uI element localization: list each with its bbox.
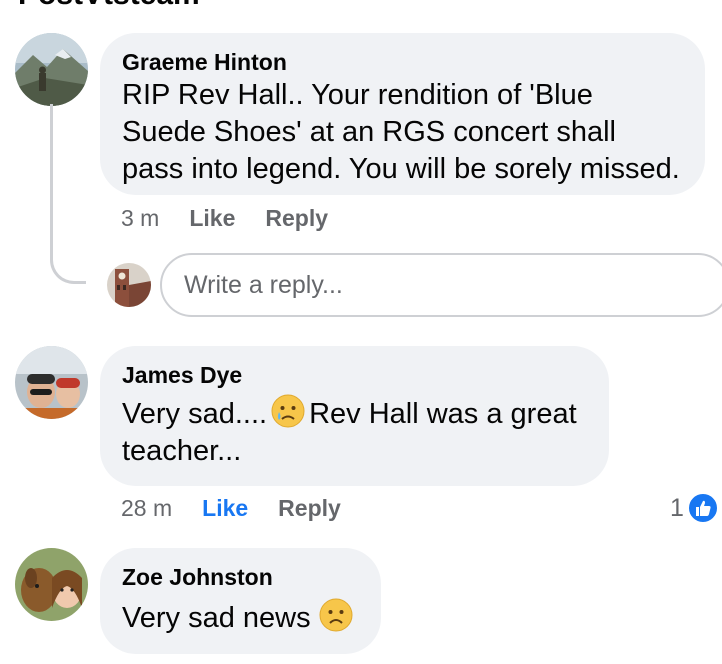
- comment-time[interactable]: 28 m: [121, 495, 172, 522]
- like-button[interactable]: Like: [189, 205, 235, 232]
- couple-selfie-avatar-icon: [15, 346, 88, 419]
- reply-button[interactable]: Reply: [278, 495, 341, 522]
- comment-bubble[interactable]: James Dye Very sad.... Rev Hall was a gre…: [100, 346, 609, 486]
- mountain-hiker-avatar-icon: [15, 33, 88, 106]
- comment-text-part: Very sad....: [122, 398, 268, 430]
- clock-tower-avatar-icon: [107, 263, 151, 307]
- comment-text: Very sad.... Rev Hall was a great teacher…: [122, 394, 587, 470]
- comment-text-part: Very sad news: [122, 602, 311, 634]
- like-button[interactable]: Like: [202, 495, 248, 522]
- avatar[interactable]: [15, 33, 88, 106]
- comment-time[interactable]: 3 m: [121, 205, 159, 232]
- reply-input[interactable]: Write a reply...: [160, 253, 722, 317]
- comment-text: RIP Rev Hall.. Your rendition of 'Blue S…: [122, 79, 680, 185]
- comment-author[interactable]: Graeme Hinton: [122, 47, 683, 77]
- comment-text: Very sad news: [122, 598, 359, 637]
- reply-thread-line: [50, 104, 86, 284]
- avatar[interactable]: [15, 346, 88, 419]
- reaction-count: 1: [670, 493, 684, 522]
- reply-button[interactable]: Reply: [265, 205, 328, 232]
- frowning-emoji-icon: [319, 598, 353, 632]
- cut-off-header: PostVtsteam: [18, 0, 200, 12]
- comment-actions: 28 m Like Reply: [121, 495, 341, 522]
- current-user-avatar[interactable]: [107, 263, 151, 307]
- like-thumb-icon: [685, 491, 720, 525]
- comment-author[interactable]: Zoe Johnston: [122, 562, 359, 592]
- comment-bubble[interactable]: Graeme Hinton RIP Rev Hall.. Your rendit…: [100, 33, 705, 195]
- sad-tear-emoji-icon: [271, 394, 305, 428]
- avatar[interactable]: [15, 548, 88, 621]
- reaction-summary[interactable]: 1: [670, 491, 720, 525]
- reply-input-placeholder: Write a reply...: [184, 270, 343, 299]
- comment-actions: 3 m Like Reply: [121, 205, 328, 232]
- dog-selfie-avatar-icon: [15, 548, 88, 621]
- comment-bubble[interactable]: Zoe Johnston Very sad news: [100, 548, 381, 654]
- comment-author[interactable]: James Dye: [122, 360, 587, 390]
